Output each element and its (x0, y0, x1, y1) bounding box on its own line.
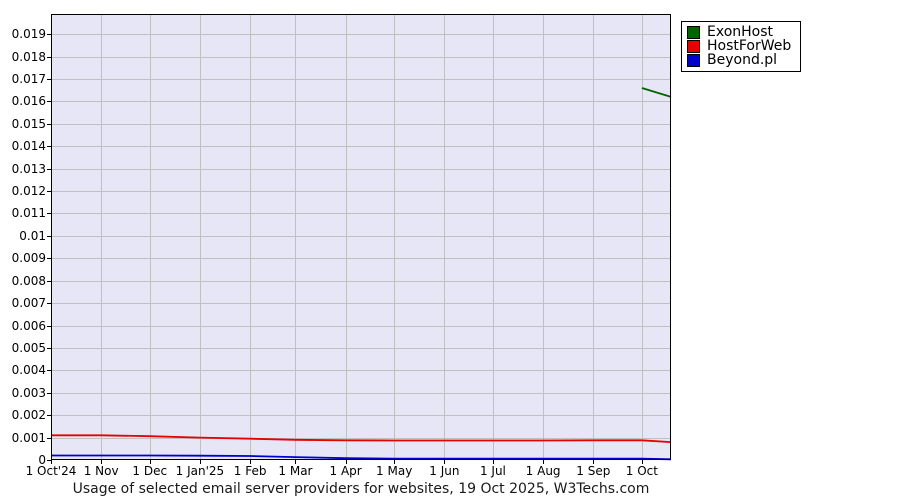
x-tick-label: 1 Oct (625, 464, 658, 478)
legend-item-exonhost: ExonHost (687, 25, 791, 39)
y-tick-label: 0.012 (11, 184, 46, 199)
legend-item-beyond-pl: Beyond.pl (687, 53, 791, 67)
y-tick-label: 0.017 (11, 71, 46, 86)
y-tick-label: 0.006 (11, 318, 46, 333)
y-tick-label: 0.016 (11, 94, 46, 109)
legend-swatch (687, 25, 700, 39)
y-tick-label: 0.009 (11, 251, 46, 266)
y-tick-label: 0.004 (11, 363, 46, 378)
y-tick-label: 0.007 (11, 296, 46, 311)
chart-title: Usage of selected email server providers… (72, 481, 650, 497)
y-tick-label: 0.005 (11, 340, 46, 355)
legend-swatch (687, 53, 700, 67)
legend-label: ExonHost (707, 24, 774, 40)
y-tick-label: 0.011 (11, 206, 46, 221)
legend: ExonHost HostForWeb Beyond.pl (681, 21, 802, 72)
legend-label: HostForWeb (707, 38, 792, 54)
legend-label: Beyond.pl (707, 52, 778, 68)
y-tick-label: 0.019 (11, 27, 46, 42)
plot-area (47, 14, 672, 464)
chart-container: 0.019 0.018 0.017 0.016 0.015 0.014 0.013 0.012… (0, 0, 900, 500)
y-tick-label: 0.013 (11, 161, 46, 176)
y-tick-label: 0.002 (11, 408, 46, 423)
y-tick-label: 0.015 (11, 116, 46, 131)
y-tick-label: 0.001 (11, 430, 46, 445)
legend-swatch (687, 39, 700, 53)
y-tick-label: 0.018 (11, 49, 46, 64)
y-tick-label: 0.003 (11, 385, 46, 400)
y-tick-label: 0.008 (11, 273, 46, 288)
legend-item-hostforweb: HostForWeb (687, 39, 791, 53)
y-tick-label: 0.01 (19, 228, 46, 243)
y-tick-label: 0.014 (11, 139, 46, 154)
